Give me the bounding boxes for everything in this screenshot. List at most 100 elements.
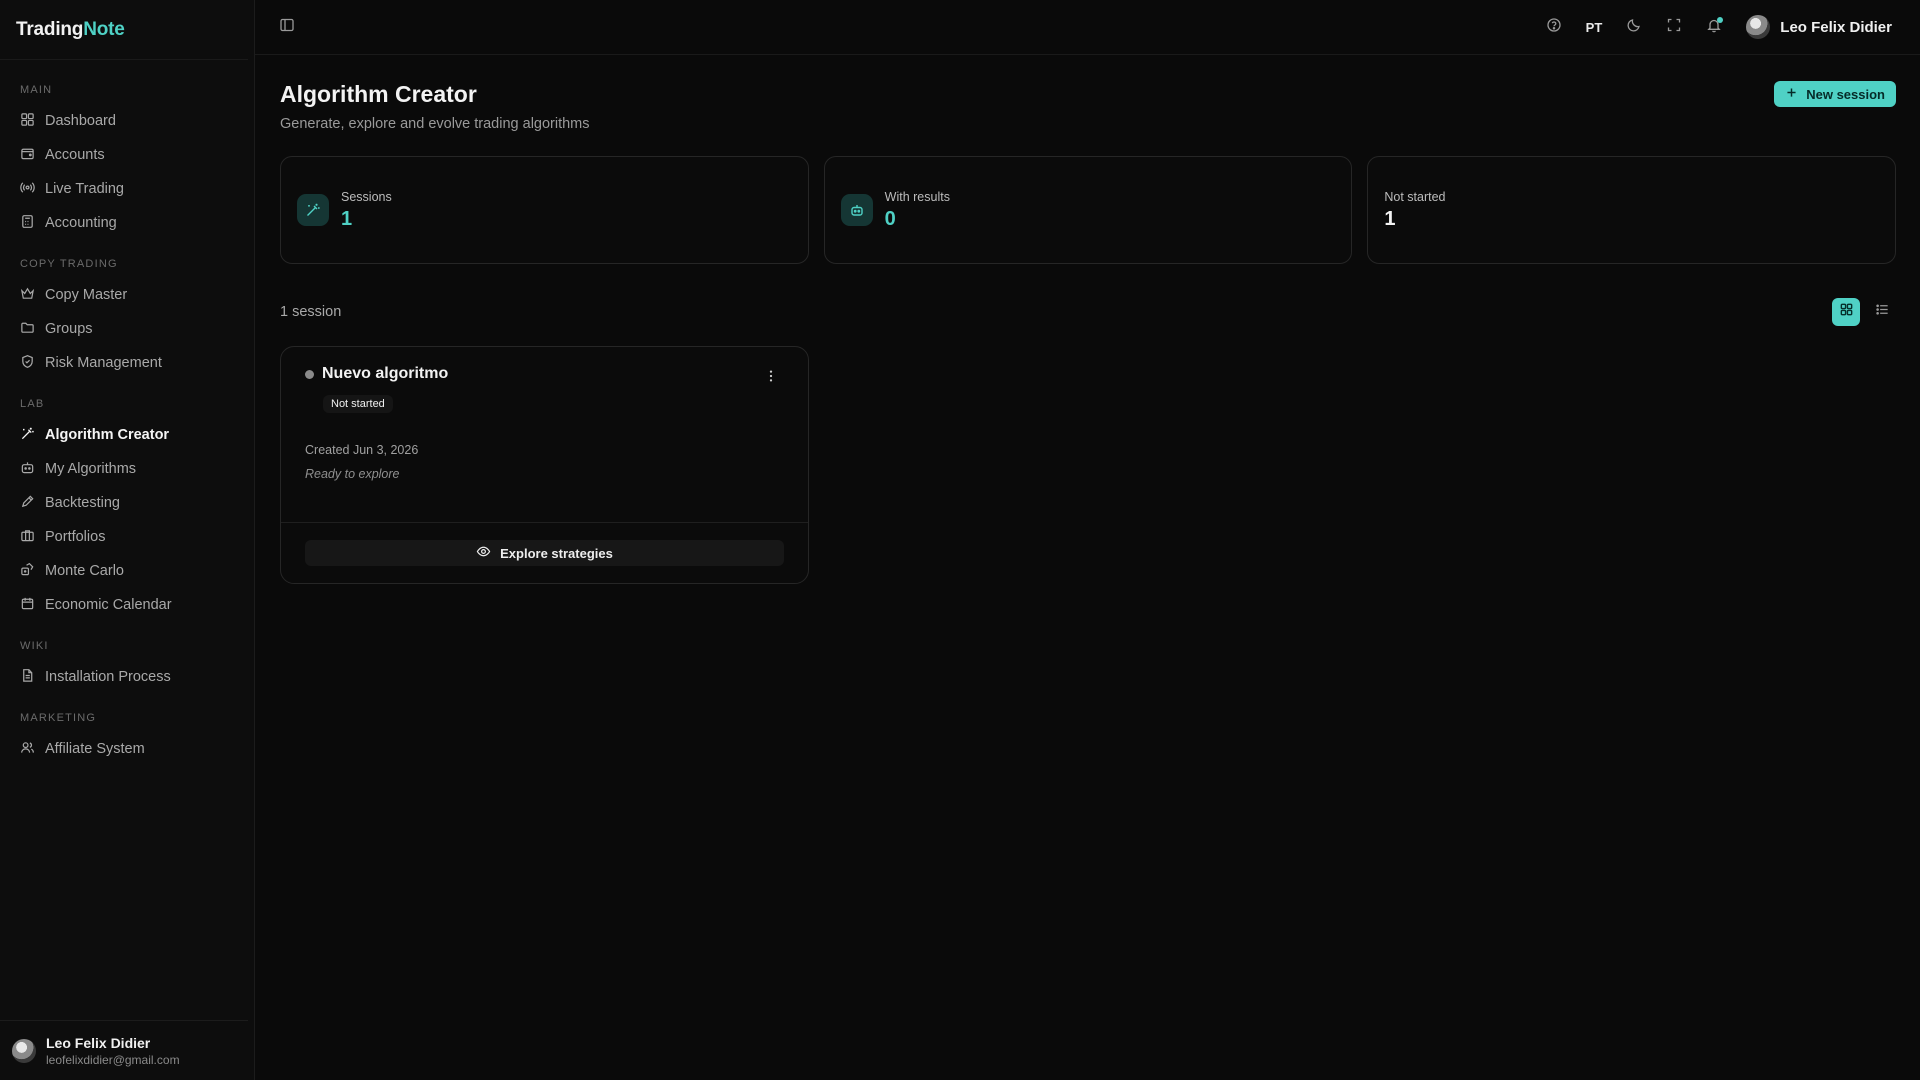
avatar — [1746, 15, 1771, 39]
notifications-button[interactable] — [1700, 13, 1728, 41]
avatar — [12, 1038, 36, 1063]
user-email: leofelixdidier@gmail.com — [46, 1052, 180, 1067]
sidebar-item-label: Accounts — [45, 147, 105, 163]
sidebar-item-label: Copy Master — [45, 287, 128, 303]
grid-view-button[interactable] — [1832, 298, 1860, 326]
sidebar-item-label: Groups — [45, 321, 93, 337]
status-dot — [305, 369, 314, 379]
plus-icon — [1785, 86, 1798, 102]
sidebar-item-label: Dashboard — [45, 113, 116, 129]
session-count: 1 session — [280, 304, 342, 320]
section-label-lab: LAB — [20, 398, 45, 410]
grid-icon — [20, 112, 35, 131]
topbar-user-name: Leo Felix Didier — [1780, 18, 1892, 36]
sidebar-item-label: Risk Management — [45, 355, 162, 371]
dice-icon — [20, 562, 35, 581]
expand-icon — [1666, 17, 1682, 38]
sidebar-item-label: Algorithm Creator — [45, 427, 170, 443]
list-view-button[interactable] — [1868, 298, 1896, 326]
sidebar-item-label: Monte Carlo — [45, 563, 124, 579]
sidebar-item-my-algorithms[interactable]: My Algorithms — [0, 452, 254, 486]
sidebar-user-profile[interactable]: Leo Felix Didier leofelixdidier@gmail.co… — [0, 1020, 248, 1080]
sidebar-item-label: Live Trading — [45, 181, 124, 197]
sidebar-item-installation-process[interactable]: Installation Process — [0, 660, 254, 694]
brand-logo[interactable]: Trading Note — [0, 0, 248, 60]
sidebar-item-affiliate-system[interactable]: Affiliate System — [0, 732, 254, 766]
page-subtitle: Generate, explore and evolve trading alg… — [280, 116, 590, 132]
explore-strategies-button[interactable]: Explore strategies — [305, 540, 784, 566]
sidebar-item-label: My Algorithms — [45, 461, 137, 477]
brand-text-trading: Trading — [16, 18, 84, 40]
sidebar-item-risk-management[interactable]: Risk Management — [0, 346, 254, 380]
session-created-date: Created Jun 3, 2026 — [305, 443, 419, 457]
sidebar-item-live-trading[interactable]: Live Trading — [0, 172, 254, 206]
list-icon — [1875, 302, 1890, 322]
sidebar-item-label: Accounting — [45, 215, 117, 231]
sidebar-item-economic-calendar[interactable]: Economic Calendar — [0, 588, 254, 622]
sidebar-item-groups[interactable]: Groups — [0, 312, 254, 346]
briefcase-icon — [20, 528, 35, 547]
stat-value: 1 — [1384, 207, 1396, 230]
moon-icon — [1626, 17, 1642, 38]
new-session-button[interactable]: New session — [1774, 81, 1896, 107]
page-content: Algorithm Creator Generate, explore and … — [255, 55, 1920, 1080]
view-toggle — [1832, 298, 1896, 326]
sidebar-item-accounts[interactable]: Accounts — [0, 138, 254, 172]
stat-label: Sessions — [341, 189, 392, 204]
page-title: Algorithm Creator — [280, 81, 477, 107]
radio-icon — [20, 180, 35, 199]
calendar-icon — [20, 596, 35, 615]
stat-card-not-started: Not started 1 — [1367, 156, 1897, 264]
language-switch-button[interactable]: PT — [1580, 20, 1609, 35]
sidebar-item-label: Installation Process — [45, 669, 171, 685]
theme-toggle-button[interactable] — [1620, 13, 1648, 41]
shield-icon — [20, 354, 35, 373]
magic-wand-icon — [297, 194, 329, 226]
folder-icon — [20, 320, 35, 339]
sidebar-item-label: Backtesting — [45, 495, 120, 511]
status-badge: Not started — [323, 395, 393, 413]
crown-icon — [20, 286, 35, 305]
session-card: Nuevo algoritmo Not started Created Jun … — [280, 346, 809, 584]
explore-strategies-label: Explore strategies — [500, 545, 613, 561]
toggle-sidebar-button[interactable] — [273, 13, 301, 41]
topbar-user-menu[interactable]: Leo Felix Didier — [1746, 15, 1892, 39]
file-text-icon — [20, 668, 35, 687]
main-area: PT Leo Felix Didier Algorithm Creator Ge… — [255, 0, 1920, 1080]
sidebar-toggle-icon — [279, 17, 295, 38]
sidebar-item-label: Affiliate System — [45, 741, 145, 757]
session-note: Ready to explore — [305, 467, 400, 481]
fullscreen-button[interactable] — [1660, 13, 1688, 41]
help-circle-icon — [1546, 17, 1562, 38]
stat-value: 0 — [884, 207, 896, 230]
sidebar-item-dashboard[interactable]: Dashboard — [0, 104, 254, 138]
sidebar-item-backtesting[interactable]: Backtesting — [0, 486, 254, 520]
sessions-list-header: 1 session — [280, 298, 1896, 326]
session-more-button[interactable] — [764, 369, 778, 388]
section-label-main: MAIN — [20, 84, 53, 96]
sidebar-item-monte-carlo[interactable]: Monte Carlo — [0, 554, 254, 588]
stat-label: Not started — [1384, 189, 1446, 204]
sidebar-item-copy-master[interactable]: Copy Master — [0, 278, 254, 312]
calculator-icon — [20, 214, 35, 233]
bot-icon — [20, 460, 35, 479]
wallet-icon — [20, 146, 35, 165]
section-label-copy-trading: COPY TRADING — [20, 258, 118, 270]
sidebar-item-accounting[interactable]: Accounting — [0, 206, 254, 240]
sidebar-item-label: Portfolios — [45, 529, 106, 545]
bot-icon — [840, 194, 873, 226]
section-label-wiki: WIKI — [20, 640, 49, 652]
sidebar-item-label: Economic Calendar — [45, 597, 172, 613]
users-icon — [20, 740, 35, 759]
sidebar-item-portfolios[interactable]: Portfolios — [0, 520, 254, 554]
user-name: Leo Felix Didier — [46, 1034, 151, 1051]
stat-card-with-results: With results 0 — [823, 156, 1353, 264]
sidebar-item-algorithm-creator[interactable]: Algorithm Creator — [0, 418, 254, 452]
brand-text-note: Note — [83, 18, 125, 40]
stat-label: With results — [884, 189, 950, 204]
notification-dot — [1717, 17, 1724, 23]
pencil-icon — [20, 494, 35, 513]
topbar: PT Leo Felix Didier — [255, 0, 1920, 55]
help-button[interactable] — [1540, 13, 1568, 41]
section-label-marketing: MARKETING — [20, 712, 97, 724]
